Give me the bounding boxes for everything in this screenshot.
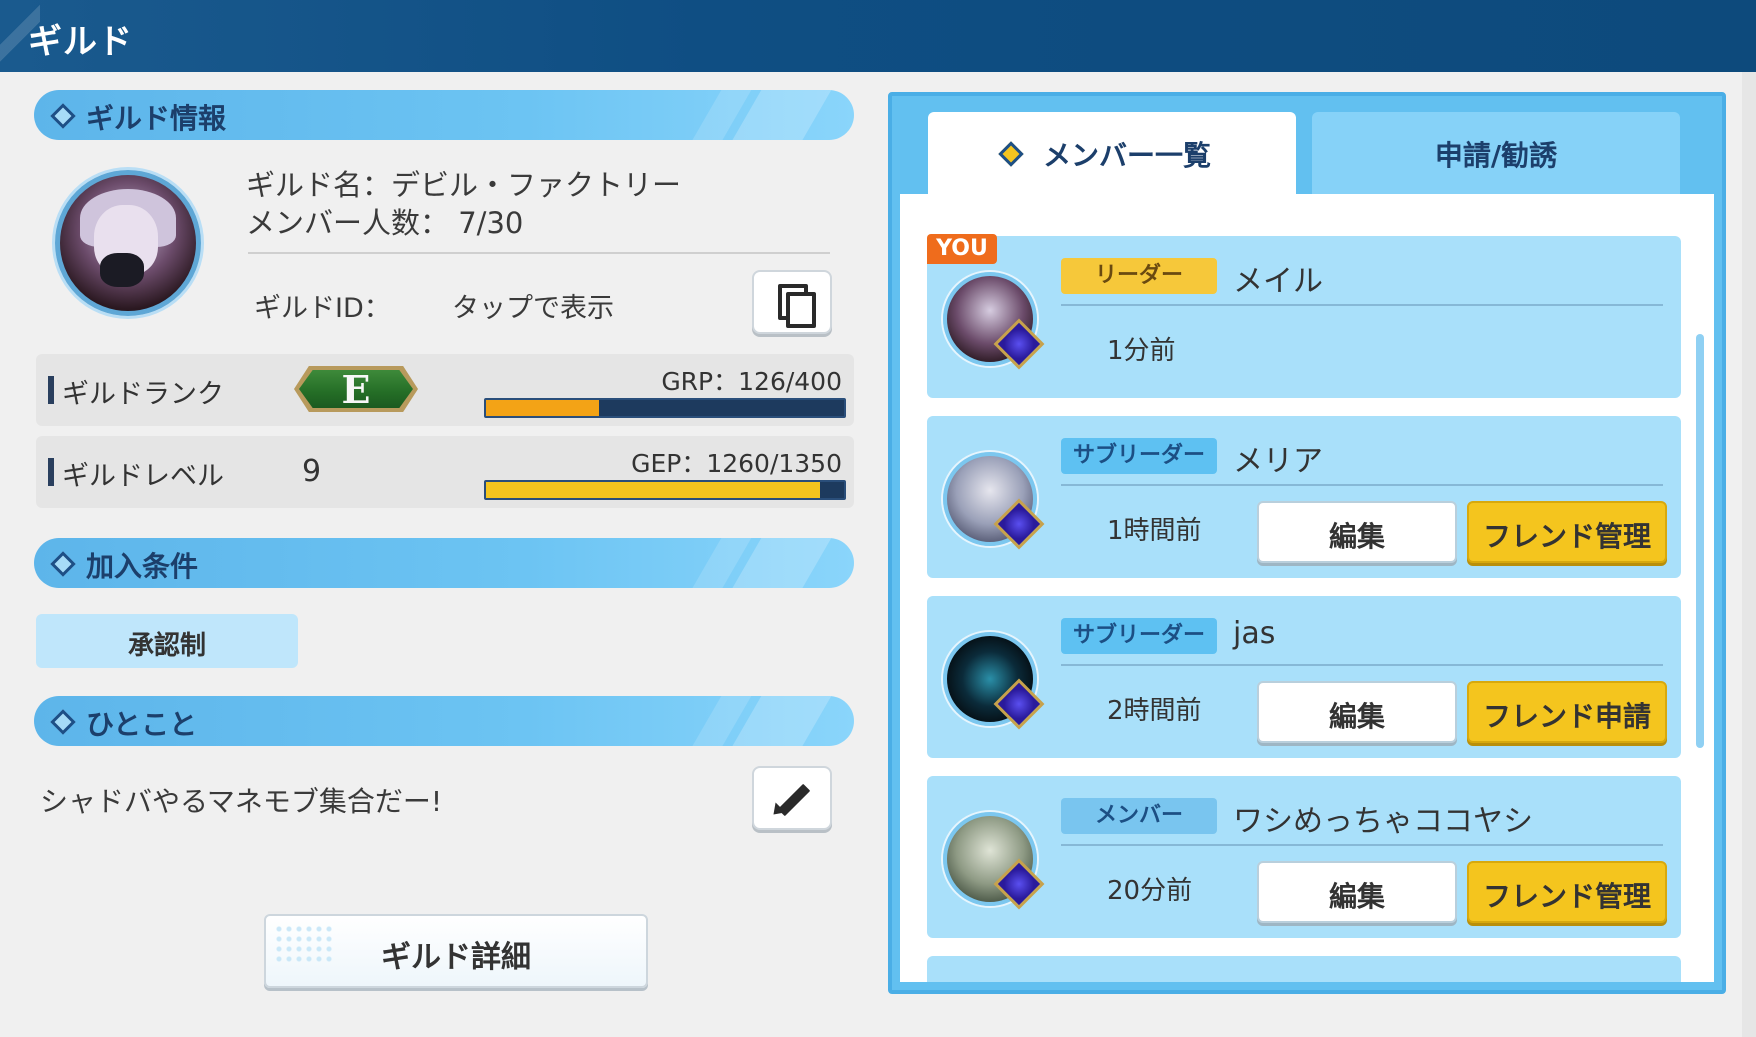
member-card[interactable]: サブリーダー メリア 1時間前 編集 フレンド管理 — [927, 416, 1681, 578]
guild-detail-label: ギルド詳細 — [381, 940, 531, 975]
last-login: 2時間前 — [1107, 696, 1202, 726]
grp-gauge-fill — [486, 400, 599, 416]
guild-id-reveal[interactable]: タップで表示 — [452, 286, 614, 325]
guild-member-count: メンバー人数： 7/30 — [246, 206, 524, 240]
guild-rank-row: ギルドランク E GRP：126/400 — [36, 354, 854, 426]
info-divider — [248, 252, 830, 254]
tab-member-list-label: メンバー一覧 — [1042, 139, 1211, 172]
gep-gauge — [484, 480, 846, 500]
role-badge: メンバー — [1061, 798, 1217, 834]
friend-manage-button[interactable]: フレンド管理 — [1467, 501, 1667, 563]
member-panel: メンバー一覧 申請/勧誘 YOU リーダー メイル 1分前 サブリーダー メリア… — [888, 92, 1726, 994]
avatar-hand — [100, 253, 144, 287]
guild-level-row: ギルドレベル 9 GEP：1260/1350 — [36, 436, 854, 508]
frame-edge — [1742, 72, 1756, 1037]
friend-button-label: フレンド管理 — [1482, 880, 1651, 913]
gep-label: GEP：1260/1350 — [631, 449, 842, 478]
guild-detail-button[interactable]: ギルド詳細 — [264, 914, 648, 988]
guild-id-label: ギルドID： — [254, 293, 391, 324]
last-login: 20分前 — [1107, 876, 1193, 906]
row-marker — [48, 458, 54, 486]
edit-button[interactable]: 編集 — [1257, 861, 1457, 923]
friend-button-label: フレンド管理 — [1482, 520, 1651, 553]
role-badge: サブリーダー — [1061, 618, 1217, 654]
tab-requests-label: 申請/勧誘 — [1434, 139, 1558, 172]
friend-request-button[interactable]: フレンド申請 — [1467, 681, 1667, 743]
guild-info-title: ギルド情報 — [86, 102, 227, 135]
tab-requests[interactable]: 申請/勧誘 — [1312, 112, 1680, 194]
diamond-icon — [50, 103, 76, 129]
role-badge: サブリーダー — [1061, 438, 1217, 474]
guild-rank-label: ギルドランク — [62, 379, 224, 410]
card-divider — [1061, 664, 1663, 666]
last-login: 1分前 — [1107, 336, 1176, 366]
friend-button-label: フレンド申請 — [1482, 700, 1651, 733]
join-conditions-header: 加入条件 — [34, 538, 854, 588]
you-badge: YOU — [927, 234, 997, 264]
last-login: 1時間前 — [1107, 516, 1202, 546]
member-name: jas — [1233, 616, 1276, 651]
comment-text: シャドバやるマネモブ集合だー! — [40, 785, 443, 818]
edit-button[interactable]: 編集 — [1257, 681, 1457, 743]
card-divider — [1061, 844, 1663, 846]
member-name: メイル — [1233, 264, 1323, 299]
guild-level-label: ギルドレベル — [62, 461, 224, 492]
member-list[interactable]: YOU リーダー メイル 1分前 サブリーダー メリア 1時間前 編集 フレンド… — [900, 194, 1714, 982]
member-card[interactable]: サブリーダー jas 2時間前 編集 フレンド申請 — [927, 596, 1681, 758]
grp-gauge — [484, 398, 846, 418]
join-condition-chip: 承認制 — [36, 614, 298, 668]
member-card-partial[interactable] — [927, 956, 1681, 982]
title-bar: ギルド — [0, 0, 1756, 72]
guild-level-value: 9 — [302, 454, 322, 489]
edit-button-label: 編集 — [1328, 520, 1385, 553]
comment-header: ひとこと — [34, 696, 854, 746]
copy-id-button[interactable] — [752, 270, 832, 334]
page-title: ギルド — [28, 22, 133, 62]
diamond-icon — [50, 551, 76, 577]
row-marker — [48, 376, 54, 404]
gep-gauge-fill — [486, 482, 820, 498]
guild-emblem-avatar[interactable] — [55, 170, 201, 316]
comment-title: ひとこと — [86, 708, 198, 741]
edit-button[interactable]: 編集 — [1257, 501, 1457, 563]
member-card-leader[interactable]: YOU リーダー メイル 1分前 — [927, 234, 1681, 398]
member-name: メリア — [1233, 444, 1323, 479]
member-card[interactable]: メンバー ワシめっちゃココヤシ 20分前 編集 フレンド管理 — [927, 776, 1681, 938]
tab-member-list[interactable]: メンバー一覧 — [928, 112, 1296, 194]
copy-icon-front — [786, 292, 816, 328]
guild-info-header: ギルド情報 — [34, 90, 854, 140]
join-conditions-title: 加入条件 — [86, 550, 199, 583]
friend-manage-button[interactable]: フレンド管理 — [1467, 861, 1667, 923]
join-condition-text: 承認制 — [127, 631, 206, 661]
member-name: ワシめっちゃココヤシ — [1233, 804, 1533, 839]
edit-button-label: 編集 — [1328, 880, 1385, 913]
grp-label: GRP：126/400 — [661, 367, 842, 396]
card-divider — [1061, 304, 1663, 306]
diamond-icon — [50, 709, 76, 735]
member-list-scrollbar[interactable] — [1696, 334, 1704, 748]
card-divider — [1061, 484, 1663, 486]
edit-button-label: 編集 — [1328, 700, 1385, 733]
role-badge: リーダー — [1061, 258, 1217, 294]
rank-letter: E — [341, 367, 371, 412]
edit-comment-button[interactable] — [752, 766, 832, 830]
guild-name: ギルド名：デビル・ファクトリー — [246, 168, 682, 202]
rank-badge: E — [294, 366, 418, 412]
